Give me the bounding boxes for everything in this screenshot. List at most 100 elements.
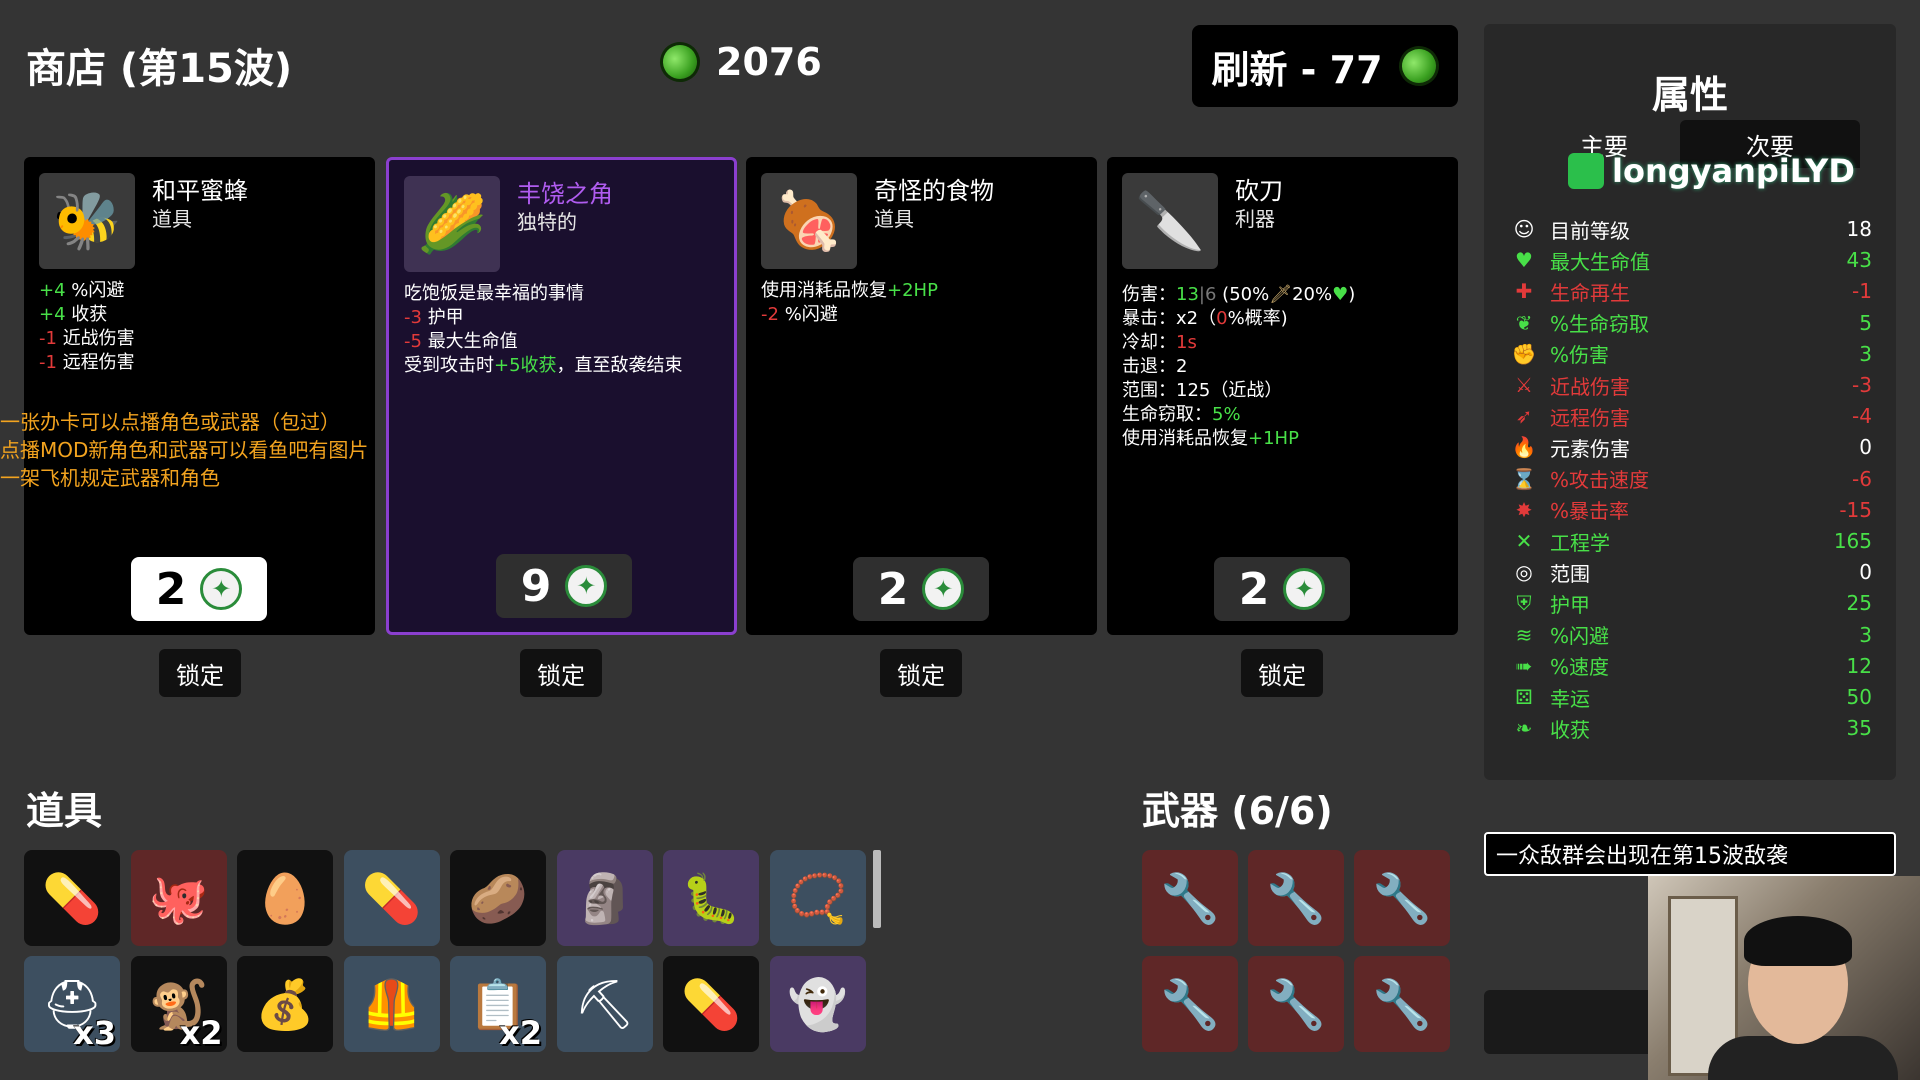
- pendant-icon: 📿: [787, 870, 848, 927]
- item-slot[interactable]: ⛏: [556, 956, 653, 1052]
- stat-value: 43: [1846, 248, 1872, 273]
- stat-row[interactable]: ✸ %暴击率 -15: [1508, 495, 1872, 525]
- item-slot[interactable]: 🐒 x2: [130, 956, 227, 1052]
- wrench-icon: 🔧: [1266, 976, 1326, 1033]
- buy-button[interactable]: 2 ✦: [131, 557, 267, 621]
- lock-button[interactable]: 锁定: [880, 649, 962, 697]
- item-slot[interactable]: 🥔: [450, 850, 546, 946]
- item-slot[interactable]: 📿: [769, 850, 866, 946]
- stat-row[interactable]: ♥ 最大生命值 43: [1508, 245, 1872, 275]
- stat-value: 12: [1846, 653, 1872, 678]
- item-slot[interactable]: 💊: [663, 956, 759, 1052]
- material-bag-icon: ✦: [1283, 568, 1326, 610]
- stat-row[interactable]: ⌛ %攻击速度 -6: [1508, 464, 1872, 494]
- lifesteal-icon: ❦: [1515, 310, 1533, 335]
- shop-card-peace-bee[interactable]: 🐝 和平蜜蜂 道具 +4 %闪避 +4 收获 -1 近战伤害 -1 远程伤害 2…: [24, 157, 375, 635]
- stat-row[interactable]: ≋ %闪避 3: [1508, 620, 1872, 650]
- item-count: x3: [73, 1014, 116, 1052]
- weapon-slot[interactable]: 🔧: [1354, 956, 1450, 1052]
- item-slot[interactable]: 💊: [24, 850, 120, 946]
- stat-value: -3: [1852, 373, 1872, 397]
- weapon-slot[interactable]: 🔧: [1248, 850, 1344, 946]
- stat-name: %速度: [1550, 655, 1610, 680]
- item-slot[interactable]: 🥚: [237, 850, 333, 946]
- armor-icon: ⛨: [1516, 591, 1532, 616]
- shop-card-cleaver[interactable]: 🔪 砍刀 利器 伤害：13|6 (50%🗡20%♥) 暴击：x2（0%概率) 冷…: [1107, 157, 1458, 635]
- stat-row[interactable]: ❧ 收获 35: [1508, 713, 1872, 743]
- card-name: 奇怪的食物: [874, 177, 994, 205]
- flame-icon: 🔥: [1511, 435, 1537, 460]
- shop-card-strange-food[interactable]: 🍖 奇怪的食物 道具 使用消耗品恢复+2HP -2 %闪避 2 ✦: [746, 157, 1097, 635]
- card-type: 独特的: [517, 210, 577, 234]
- item-slot[interactable]: 🦺: [343, 956, 440, 1052]
- stat-row[interactable]: ☺ 目前等级 18: [1508, 214, 1872, 244]
- strange-food-icon: 🍖: [761, 173, 857, 269]
- refresh-button[interactable]: 刷新 - 77: [1192, 25, 1458, 107]
- weapons-title: 武器 (6/6): [1142, 789, 1333, 833]
- item-slot[interactable]: 🗿: [556, 850, 653, 946]
- stat-value: 0: [1859, 560, 1872, 585]
- lock-button[interactable]: 锁定: [520, 649, 602, 697]
- stat-row[interactable]: ❦ %生命窃取 5: [1508, 308, 1872, 338]
- stat-row[interactable]: ⛨ 护甲 25: [1508, 588, 1873, 618]
- harvest-icon: ❧: [1515, 716, 1533, 741]
- material-icon: [653, 35, 707, 89]
- card-description: 伤害：13|6 (50%🗡20%♥) 暴击：x2（0%概率) 冷却：1s 击退：…: [1122, 283, 1355, 451]
- wrench-icon: 🔧: [1372, 870, 1432, 927]
- stat-value: 3: [1859, 622, 1872, 647]
- weapon-slot[interactable]: 🔧: [1142, 956, 1238, 1052]
- stat-row[interactable]: ◎ 范围 0: [1508, 557, 1872, 587]
- level-icon: ☺: [1513, 217, 1535, 241]
- item-slot[interactable]: 🐛: [663, 850, 759, 946]
- item-count: x2: [499, 1014, 542, 1052]
- engineering-icon: ✕: [1515, 529, 1533, 553]
- lock-button[interactable]: 锁定: [159, 649, 241, 697]
- stat-row[interactable]: 🔥 元素伤害 0: [1508, 432, 1872, 462]
- item-slot[interactable]: 📋 x2: [450, 956, 546, 1052]
- cornucopia-icon: 🌽: [404, 176, 500, 272]
- effect-line: 使用消耗品恢复+2HP: [761, 280, 938, 301]
- items-scrollbar[interactable]: [873, 850, 881, 928]
- card-type: 利器: [1235, 207, 1275, 231]
- item-slot[interactable]: ⛑ x3: [24, 956, 120, 1052]
- lock-button[interactable]: 锁定: [1241, 649, 1323, 697]
- material-bag-icon: ✦: [200, 568, 243, 610]
- dodge-icon: ≋: [1515, 622, 1533, 647]
- item-slot[interactable]: 💊: [343, 850, 440, 946]
- gold-counter: 2076: [653, 35, 822, 89]
- stat-row[interactable]: ✊ %伤害 3: [1508, 339, 1872, 369]
- buy-button[interactable]: 2 ✦: [853, 557, 989, 621]
- item-slot[interactable]: 💰: [237, 956, 333, 1052]
- stat-row[interactable]: ✕ 工程学 165: [1508, 526, 1872, 556]
- totem-icon: 🗿: [574, 870, 635, 927]
- stat-value: 165: [1833, 529, 1872, 553]
- weapon-slot[interactable]: 🔧: [1354, 850, 1450, 946]
- stat-row[interactable]: ➶ 远程伤害 -4: [1508, 401, 1872, 431]
- buy-button[interactable]: 2 ✦: [1214, 557, 1350, 621]
- item-count: x2: [179, 1014, 223, 1052]
- wrench-icon: 🔧: [1160, 870, 1220, 927]
- stat-row[interactable]: ✚ 生命再生 -1: [1508, 276, 1872, 306]
- wrench-icon: 🔧: [1372, 976, 1432, 1033]
- damage-line: 伤害：13|6 (50%🗡20%♥): [1122, 284, 1356, 305]
- item-slot[interactable]: 🐙: [130, 850, 227, 946]
- weapon-slot[interactable]: 🔧: [1142, 850, 1238, 946]
- stat-value: 35: [1846, 716, 1872, 741]
- stat-row[interactable]: ⚄ 幸运 50: [1508, 682, 1872, 712]
- stat-line: -3 护甲: [404, 307, 464, 328]
- material-bag-icon: ✦: [922, 568, 965, 610]
- stat-row[interactable]: ⚔ 近战伤害 -3: [1508, 370, 1872, 400]
- stat-name: 近战伤害: [1550, 374, 1630, 399]
- buy-button[interactable]: 9 ✦: [496, 554, 632, 618]
- shop-card-cornucopia[interactable]: 🌽 丰饶之角 独特的 吃饱饭是最幸福的事情 -3 护甲 -5 最大生命值 受到攻…: [386, 157, 737, 635]
- item-slot[interactable]: 👻: [769, 956, 866, 1052]
- red-pill-icon: 💊: [361, 870, 422, 927]
- stat-row[interactable]: ➠ %速度 12: [1508, 651, 1872, 681]
- stat-value: 3: [1859, 341, 1872, 366]
- wechat-icon: [1568, 153, 1604, 189]
- card-description: 使用消耗品恢复+2HP -2 %闪避: [761, 279, 938, 327]
- cleaver-icon: 🔪: [1122, 173, 1218, 269]
- stat-name: %闪避: [1550, 624, 1610, 649]
- green-pill-icon: 💊: [681, 976, 741, 1033]
- weapon-slot[interactable]: 🔧: [1248, 956, 1344, 1052]
